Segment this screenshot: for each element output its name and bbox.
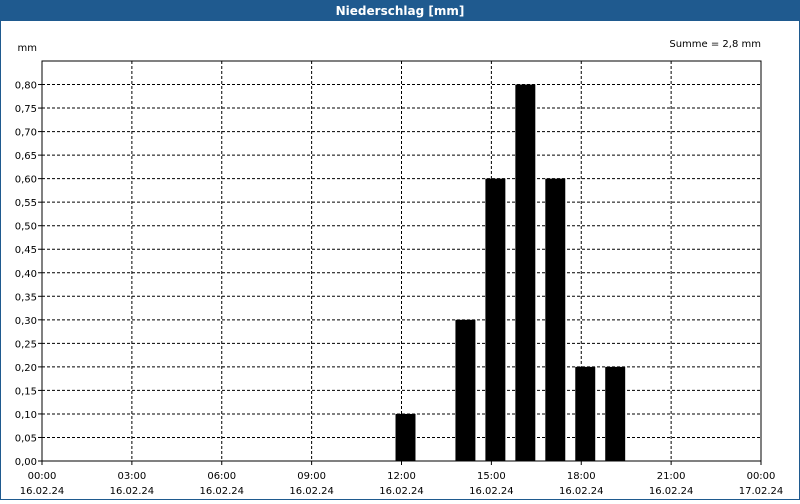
y-axis-unit-label: mm xyxy=(18,43,37,54)
chart-area: 0,00 0,05 0,10 0,15 0,20 0,25 0,30 0,35 0,40 0,45… xyxy=(1,21,799,499)
sum-annotation: Summe = 2,8 mm xyxy=(669,39,761,50)
precipitation-chart: 0,00 0,05 0,10 0,15 0,20 0,25 0,30 0,35 0,40 0,45… xyxy=(15,39,784,497)
x-tick-date-label: 16.02.24 xyxy=(559,486,604,497)
x-tick-date-label: 16.02.24 xyxy=(469,486,514,497)
x-tick-date-label: 17.02.24 xyxy=(739,486,784,497)
y-tick-label: 0,45 xyxy=(15,245,37,256)
window-title: Niederschlag [mm] xyxy=(1,1,799,21)
y-tick-label: 0,25 xyxy=(15,339,37,350)
precipitation-bar xyxy=(605,366,626,461)
x-tick-time-label: 00:00 xyxy=(747,471,776,482)
x-tick-time-label: 09:00 xyxy=(297,471,326,482)
y-tick-label: 0,40 xyxy=(15,269,37,280)
y-tick-label: 0,35 xyxy=(15,292,37,303)
y-tick-label: 0,65 xyxy=(15,151,37,162)
precipitation-bar xyxy=(455,319,476,461)
precipitation-bar xyxy=(515,84,536,461)
x-tick-time-label: 06:00 xyxy=(207,471,236,482)
x-tick-date-label: 16.02.24 xyxy=(649,486,694,497)
precipitation-bar xyxy=(545,178,566,461)
precipitation-bar xyxy=(395,413,416,461)
x-tick-date-label: 16.02.24 xyxy=(110,486,155,497)
y-tick-label: 0,70 xyxy=(15,128,37,139)
y-tick-label: 0,60 xyxy=(15,175,37,186)
y-tick-label: 0,20 xyxy=(15,363,37,374)
x-tick-time-label: 21:00 xyxy=(657,471,686,482)
y-tick-label: 0,55 xyxy=(15,198,37,209)
y-tick-label: 0,10 xyxy=(15,410,37,421)
x-tick-time-label: 18:00 xyxy=(567,471,596,482)
y-tick-label: 0,80 xyxy=(15,81,37,92)
x-tick-date-label: 16.02.24 xyxy=(379,486,424,497)
y-tick-label: 0,00 xyxy=(15,457,37,468)
y-tick-label: 0,30 xyxy=(15,316,37,327)
x-tick-date-label: 16.02.24 xyxy=(20,486,65,497)
y-tick-label: 0,50 xyxy=(15,222,37,233)
x-tick-time-label: 03:00 xyxy=(117,471,146,482)
x-tick-time-label: 12:00 xyxy=(387,471,416,482)
y-tick-label: 0,05 xyxy=(15,433,37,444)
precipitation-bar xyxy=(575,366,596,461)
x-tick-time-label: 15:00 xyxy=(477,471,506,482)
precipitation-bar xyxy=(485,178,506,461)
x-tick-date-label: 16.02.24 xyxy=(199,486,244,497)
x-tick-time-label: 00:00 xyxy=(28,471,57,482)
y-tick-label: 0,75 xyxy=(15,104,37,115)
chart-window: Niederschlag [mm] 0,00 0,05 0,10 0,15 0,20 0,… xyxy=(0,0,800,500)
x-tick-date-label: 16.02.24 xyxy=(289,486,334,497)
y-tick-label: 0,15 xyxy=(15,386,37,397)
